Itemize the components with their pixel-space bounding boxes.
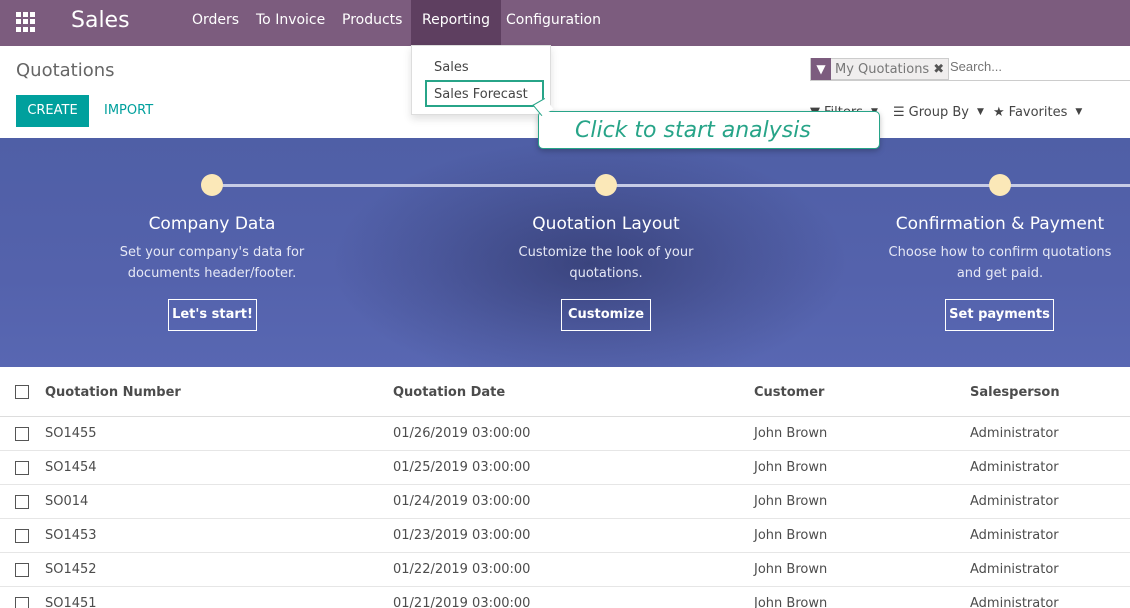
step-title: Quotation Layout	[532, 214, 680, 234]
step-quotation-layout: Quotation Layout Customize the look of y…	[481, 214, 731, 284]
row-checkbox[interactable]	[15, 563, 29, 577]
column-quotation-date[interactable]: Quotation Date	[393, 385, 505, 400]
top-navbar: Sales Orders To Invoice Products Reporti…	[0, 0, 1130, 46]
cell-date: 01/21/2019 03:00:00	[393, 596, 531, 608]
table-row[interactable]: SO1453 01/23/2019 03:00:00 John Brown Ad…	[0, 519, 1130, 553]
step-description: Set your company's data for documents he…	[119, 245, 305, 281]
customize-button[interactable]: Customize	[561, 299, 651, 331]
table-row[interactable]: SO014 01/24/2019 03:00:00 John Brown Adm…	[0, 485, 1130, 519]
search-facet[interactable]: ▼ My Quotations ✖	[810, 58, 950, 80]
list-icon: ☰	[893, 104, 905, 120]
cell-customer: John Brown	[754, 426, 828, 441]
cell-customer: John Brown	[754, 494, 828, 509]
menu-orders[interactable]: Orders	[181, 0, 250, 46]
filter-icon: ▼	[811, 58, 831, 80]
caret-down-icon: ▼	[976, 107, 984, 117]
cell-number: SO1453	[45, 528, 97, 543]
row-checkbox[interactable]	[15, 597, 29, 608]
cell-number: SO1452	[45, 562, 97, 577]
search-bar: ▼ My Quotations ✖	[810, 57, 1130, 81]
cell-date: 01/23/2019 03:00:00	[393, 528, 531, 543]
cell-number: SO1451	[45, 596, 97, 608]
tooltip-text: Click to start analysis	[575, 118, 811, 143]
menu-reporting[interactable]: Reporting	[411, 0, 502, 46]
cell-number: SO014	[45, 494, 89, 509]
favorites-label: Favorites	[1008, 104, 1068, 120]
onboarding-banner: Company Data Set your company's data for…	[0, 138, 1130, 367]
step-title: Company Data	[148, 214, 276, 234]
menu-products[interactable]: Products	[331, 0, 413, 46]
step-dot	[595, 174, 617, 196]
cell-customer: John Brown	[754, 460, 828, 475]
groupby-label: Group By	[908, 104, 969, 120]
column-quotation-number[interactable]: Quotation Number	[45, 385, 181, 400]
dropdown-item-sales-forecast[interactable]: Sales Forecast	[434, 87, 528, 102]
star-icon: ★	[993, 104, 1005, 120]
row-checkbox[interactable]	[15, 495, 29, 509]
menu-configuration[interactable]: Configuration	[495, 0, 612, 46]
cell-date: 01/25/2019 03:00:00	[393, 460, 531, 475]
cell-salesperson: Administrator	[970, 494, 1059, 509]
cell-date: 01/22/2019 03:00:00	[393, 562, 531, 577]
caret-down-icon: ▼	[1075, 107, 1083, 117]
guide-tooltip: Click to start analysis	[538, 111, 880, 149]
set-payments-button[interactable]: Set payments	[945, 299, 1054, 331]
cell-date: 01/24/2019 03:00:00	[393, 494, 531, 509]
cell-customer: John Brown	[754, 562, 828, 577]
column-salesperson[interactable]: Salesperson	[970, 385, 1060, 400]
step-title: Confirmation & Payment	[895, 214, 1105, 234]
select-all-checkbox[interactable]	[15, 385, 29, 399]
lets-start-button[interactable]: Let's start!	[168, 299, 257, 331]
table-row[interactable]: SO1455 01/26/2019 03:00:00 John Brown Ad…	[0, 417, 1130, 451]
table-row[interactable]: SO1452 01/22/2019 03:00:00 John Brown Ad…	[0, 553, 1130, 587]
cell-customer: John Brown	[754, 596, 828, 608]
cell-number: SO1454	[45, 460, 97, 475]
close-icon[interactable]: ✖	[933, 62, 948, 77]
step-company-data: Company Data Set your company's data for…	[87, 214, 337, 284]
step-confirmation-payment: Confirmation & Payment Choose how to con…	[875, 214, 1125, 284]
import-button[interactable]: IMPORT	[96, 95, 161, 127]
cell-salesperson: Administrator	[970, 426, 1059, 441]
column-customer[interactable]: Customer	[754, 385, 824, 400]
cell-salesperson: Administrator	[970, 528, 1059, 543]
step-dot	[201, 174, 223, 196]
step-description: Choose how to confirm quotations and get…	[888, 245, 1112, 281]
cell-number: SO1455	[45, 426, 97, 441]
facet-label: My Quotations	[835, 61, 930, 77]
table-row[interactable]: SO1454 01/25/2019 03:00:00 John Brown Ad…	[0, 451, 1130, 485]
table-row[interactable]: SO1451 01/21/2019 03:00:00 John Brown Ad…	[0, 587, 1130, 608]
row-checkbox[interactable]	[15, 427, 29, 441]
list-header: Quotation Number Quotation Date Customer…	[0, 367, 1130, 417]
step-description: Customize the look of your quotations.	[518, 245, 694, 281]
cell-salesperson: Administrator	[970, 596, 1059, 608]
cell-salesperson: Administrator	[970, 562, 1059, 577]
groupby-button[interactable]: ☰ Group By ▼	[893, 102, 984, 122]
cell-salesperson: Administrator	[970, 460, 1059, 475]
search-input[interactable]	[950, 59, 1120, 74]
cell-date: 01/26/2019 03:00:00	[393, 426, 531, 441]
menu-to-invoice[interactable]: To Invoice	[245, 0, 336, 46]
row-checkbox[interactable]	[15, 529, 29, 543]
favorites-button[interactable]: ★ Favorites ▼	[993, 102, 1082, 122]
row-checkbox[interactable]	[15, 461, 29, 475]
cell-customer: John Brown	[754, 528, 828, 543]
step-dot	[989, 174, 1011, 196]
create-button[interactable]: CREATE	[16, 95, 89, 127]
breadcrumb: Quotations	[16, 60, 115, 81]
reporting-dropdown: Sales Sales Forecast	[411, 45, 551, 115]
dropdown-item-sales[interactable]: Sales	[434, 60, 469, 75]
apps-grid-icon[interactable]	[16, 12, 36, 32]
app-title: Sales	[71, 8, 130, 33]
